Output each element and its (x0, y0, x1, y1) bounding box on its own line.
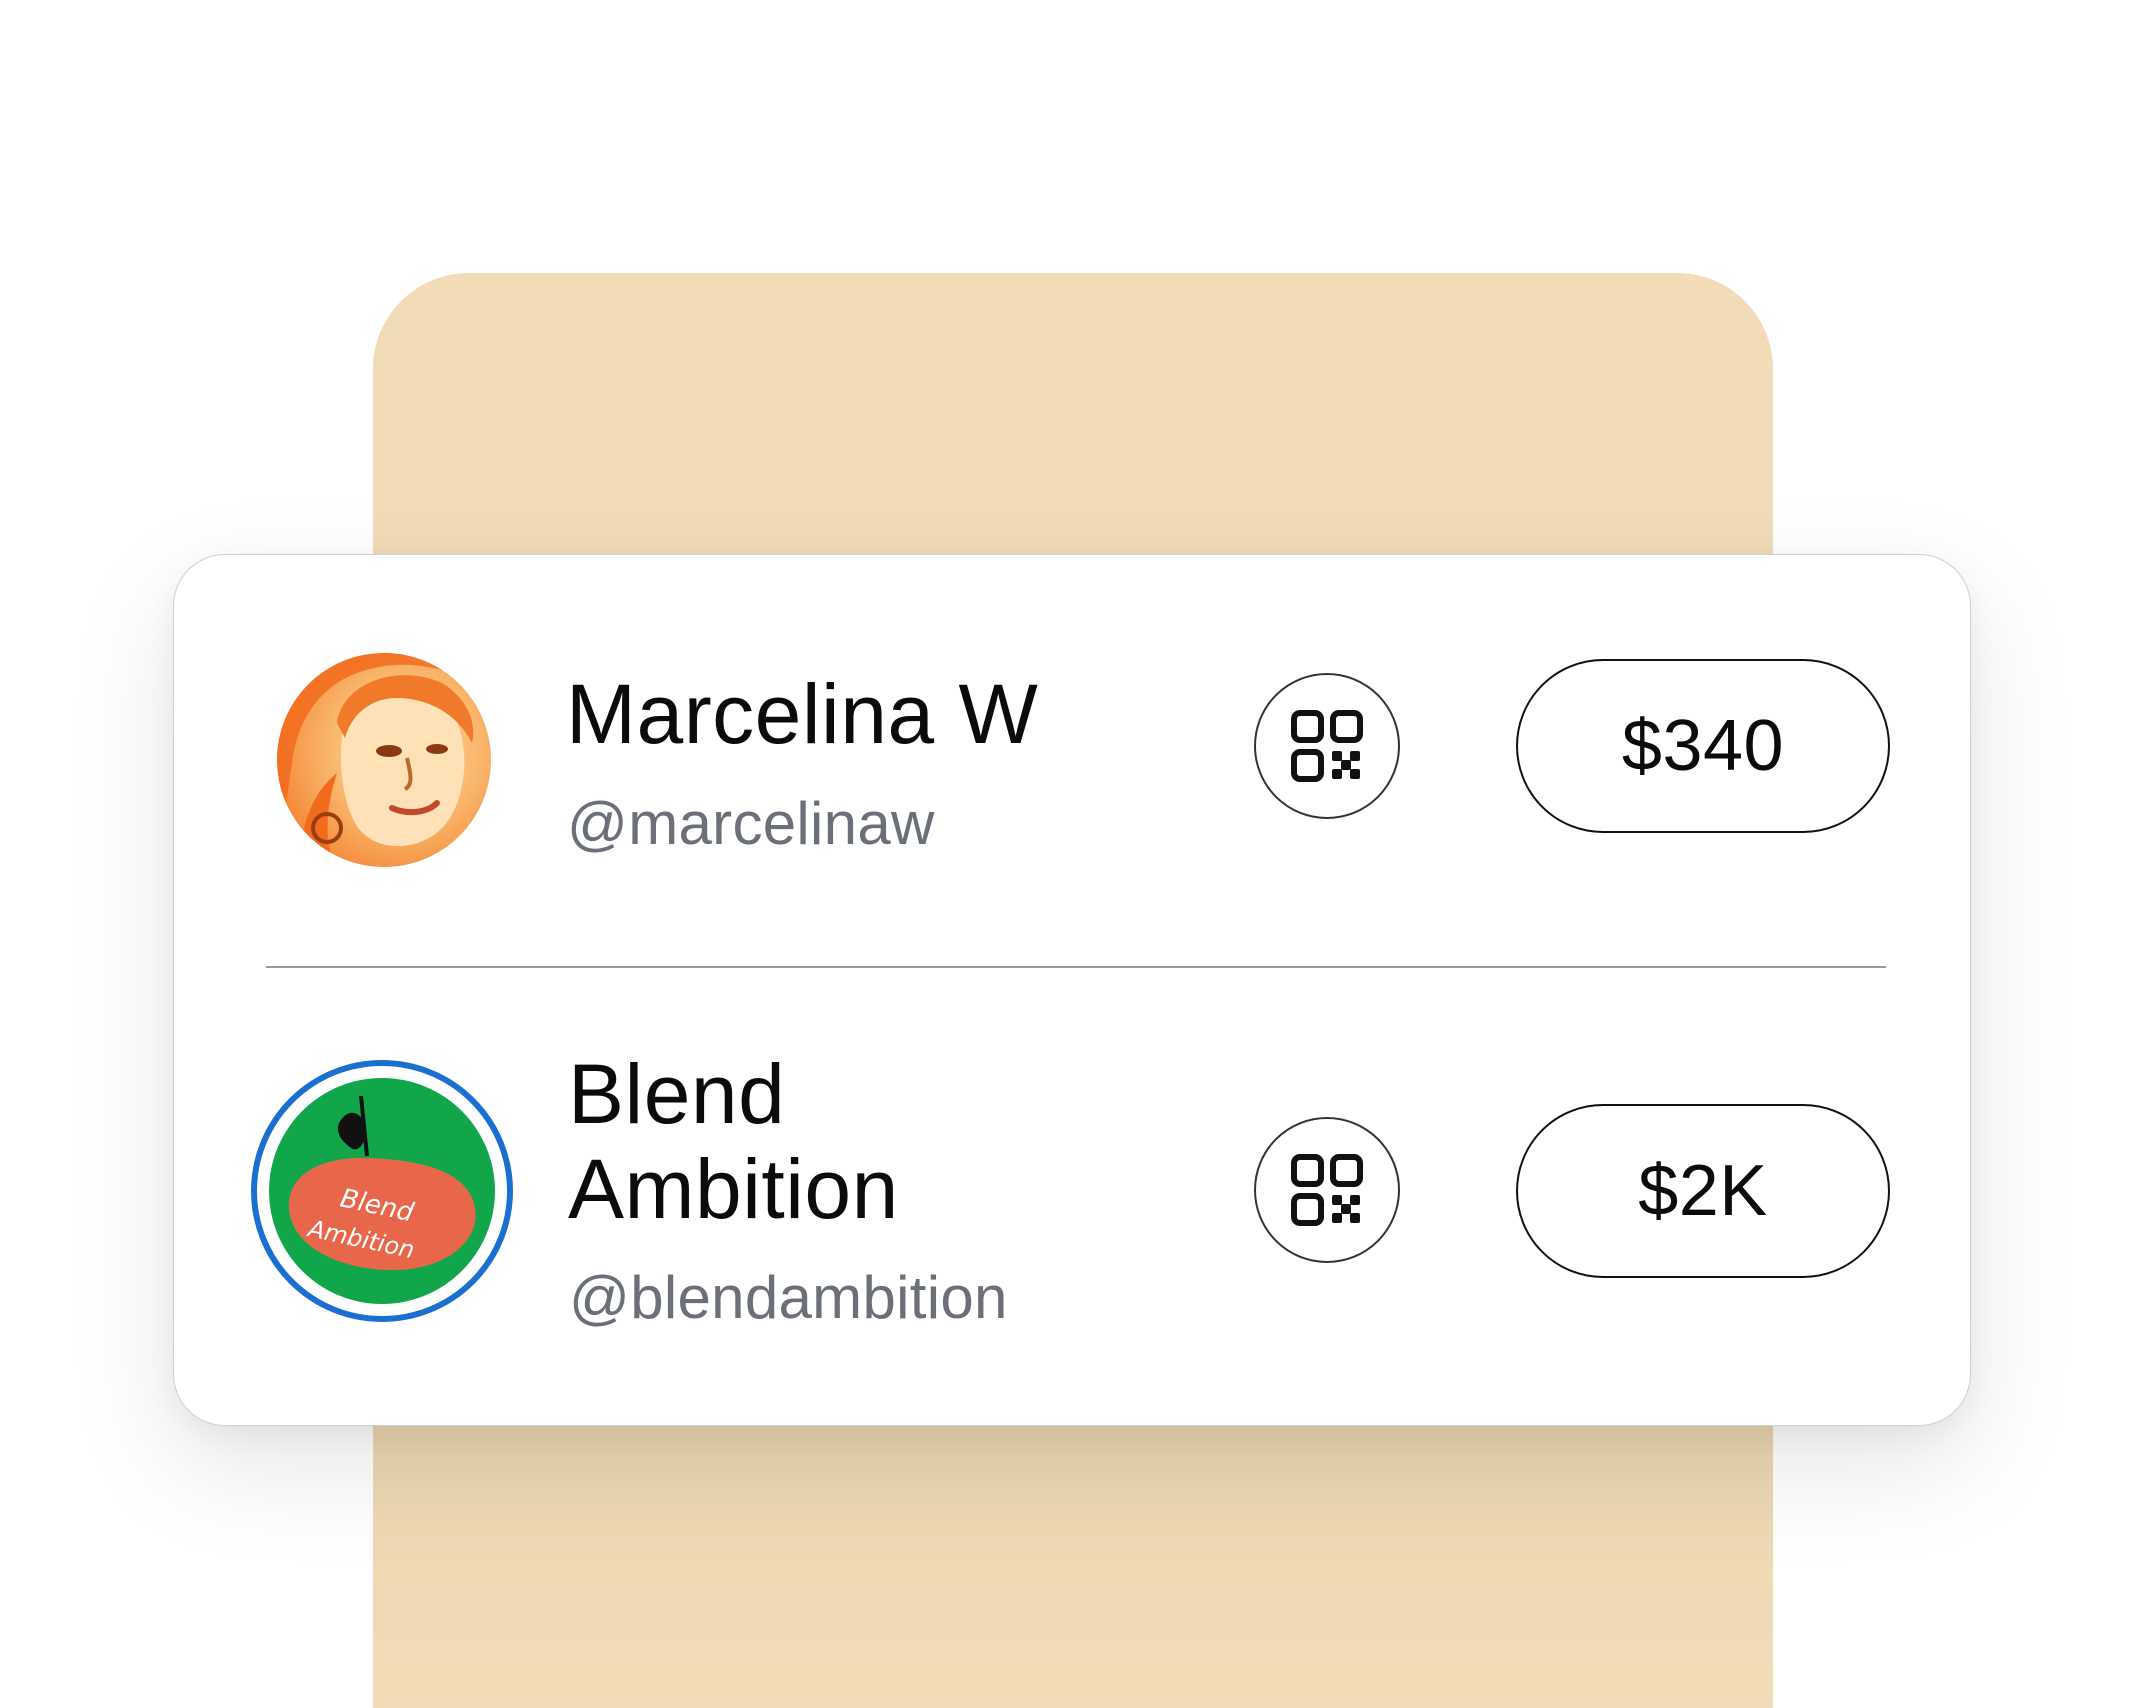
qr-code-button[interactable] (1254, 1117, 1400, 1263)
avatar-blend-ambition: Blend Ambition (251, 1060, 513, 1322)
recipient-handle: @blendambition (569, 1264, 1008, 1331)
qr-code-icon (1291, 1154, 1363, 1226)
amount-button[interactable]: $2K (1516, 1104, 1890, 1278)
background-shading (373, 1408, 1773, 1708)
blend-ambition-logo-art: Blend Ambition (288, 1095, 476, 1271)
blend-ambition-logo: Blend Ambition (269, 1078, 495, 1304)
recipient-name: Blend Ambition (568, 1047, 899, 1236)
recipient-card: Marcelina W @marcelinaw $340 Blend Ambit… (173, 554, 1971, 1426)
recipient-row[interactable]: Blend Ambition Blend Ambition @blendambi… (174, 555, 1970, 1427)
